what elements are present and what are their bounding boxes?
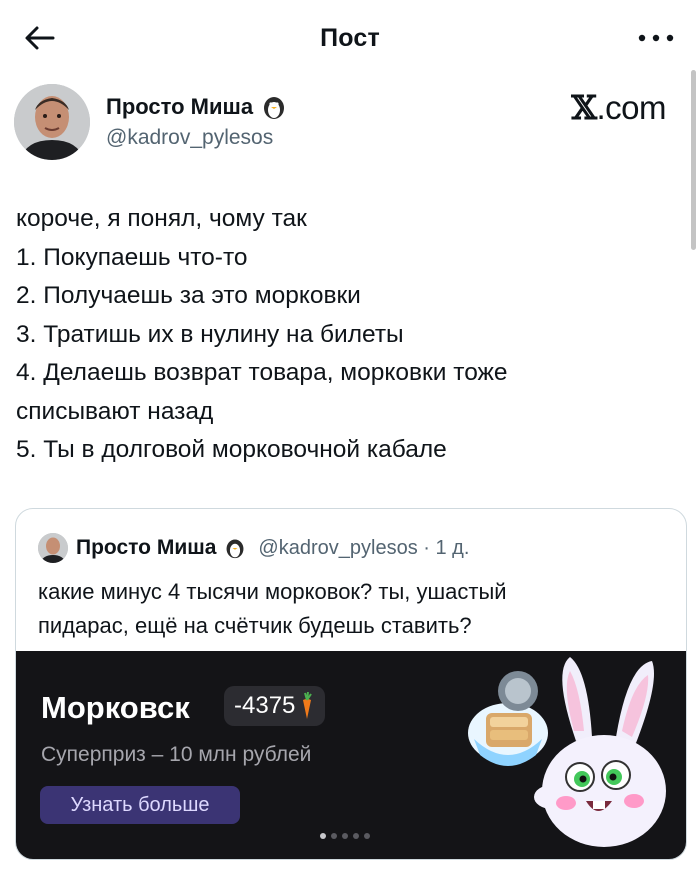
post-line: 1. Покупаешь что-то — [16, 243, 248, 271]
post-line: 5. Ты в долговой морковочной кабале — [16, 436, 447, 463]
quoted-post[interactable]: Просто Миша @kadrov_pylesos · 1 д. какие… — [15, 508, 687, 860]
post-line: 3. Тратишь их в нулину на билеты — [16, 320, 404, 348]
top-bar: Пост — [0, 0, 700, 78]
quoted-author-name: Просто Миша — [76, 536, 217, 559]
learn-more-button[interactable]: Узнать больше — [40, 786, 240, 824]
author-name[interactable]: Просто Миша — [106, 94, 287, 120]
post-text: короче, я понял, чому так 1. Покупаешь ч… — [16, 200, 676, 470]
author-handle[interactable]: @kadrov_pylesos — [106, 126, 273, 150]
quoted-line: пидарас, ещё на счётчик будешь ставить? — [38, 613, 472, 638]
avatar[interactable] — [14, 84, 90, 160]
post-author: Просто Миша @kadrov_pylesos — [14, 84, 654, 164]
quoted-handle: @kadrov_pylesos · 1 д. — [258, 536, 470, 559]
scrollbar[interactable] — [691, 70, 696, 250]
x-logo-icon: 𝕏 — [571, 88, 597, 127]
post-line: списывают назад — [16, 397, 214, 425]
author-name-text[interactable]: Просто Миша — [106, 94, 253, 120]
carousel-dot[interactable] — [364, 833, 370, 839]
promo-banner[interactable]: Морковск -4375 Суперприз – 10 млн рублей… — [16, 651, 686, 859]
balance-value: -4375 — [234, 692, 296, 719]
banner-subtitle: Суперприз – 10 млн рублей — [41, 743, 312, 766]
penguin-icon — [264, 97, 285, 119]
post-line: 4. Делаешь возврат товара, морковки тоже — [16, 359, 508, 386]
page-title: Пост — [320, 24, 380, 52]
quoted-header: Просто Миша @kadrov_pylesos · 1 д. — [38, 531, 469, 565]
bunny-mascot — [468, 657, 666, 847]
carousel-dot[interactable] — [353, 833, 359, 839]
carousel-dot[interactable] — [342, 833, 348, 839]
carousel-dot[interactable] — [331, 833, 337, 839]
banner-title: Морковск — [41, 690, 190, 725]
post-line: короче, я понял, чому так — [16, 205, 307, 232]
quoted-avatar — [38, 533, 68, 563]
carousel-dots — [320, 833, 370, 839]
carousel-dot[interactable] — [320, 833, 326, 839]
penguin-icon — [226, 539, 244, 559]
carrot-icon — [303, 692, 313, 719]
quoted-line: какие минус 4 тысячи морковок? ты, ушаст… — [38, 579, 507, 604]
more-dots-icon[interactable] — [634, 24, 678, 52]
balance-badge: -4375 — [224, 686, 326, 726]
x-watermark: 𝕏.com — [571, 88, 666, 127]
watermark-domain: .com — [596, 89, 666, 126]
quoted-text: какие минус 4 тысячи морковок? ты, ушаст… — [38, 575, 658, 643]
post-line: 2. Получаешь за это морковки — [16, 282, 361, 309]
